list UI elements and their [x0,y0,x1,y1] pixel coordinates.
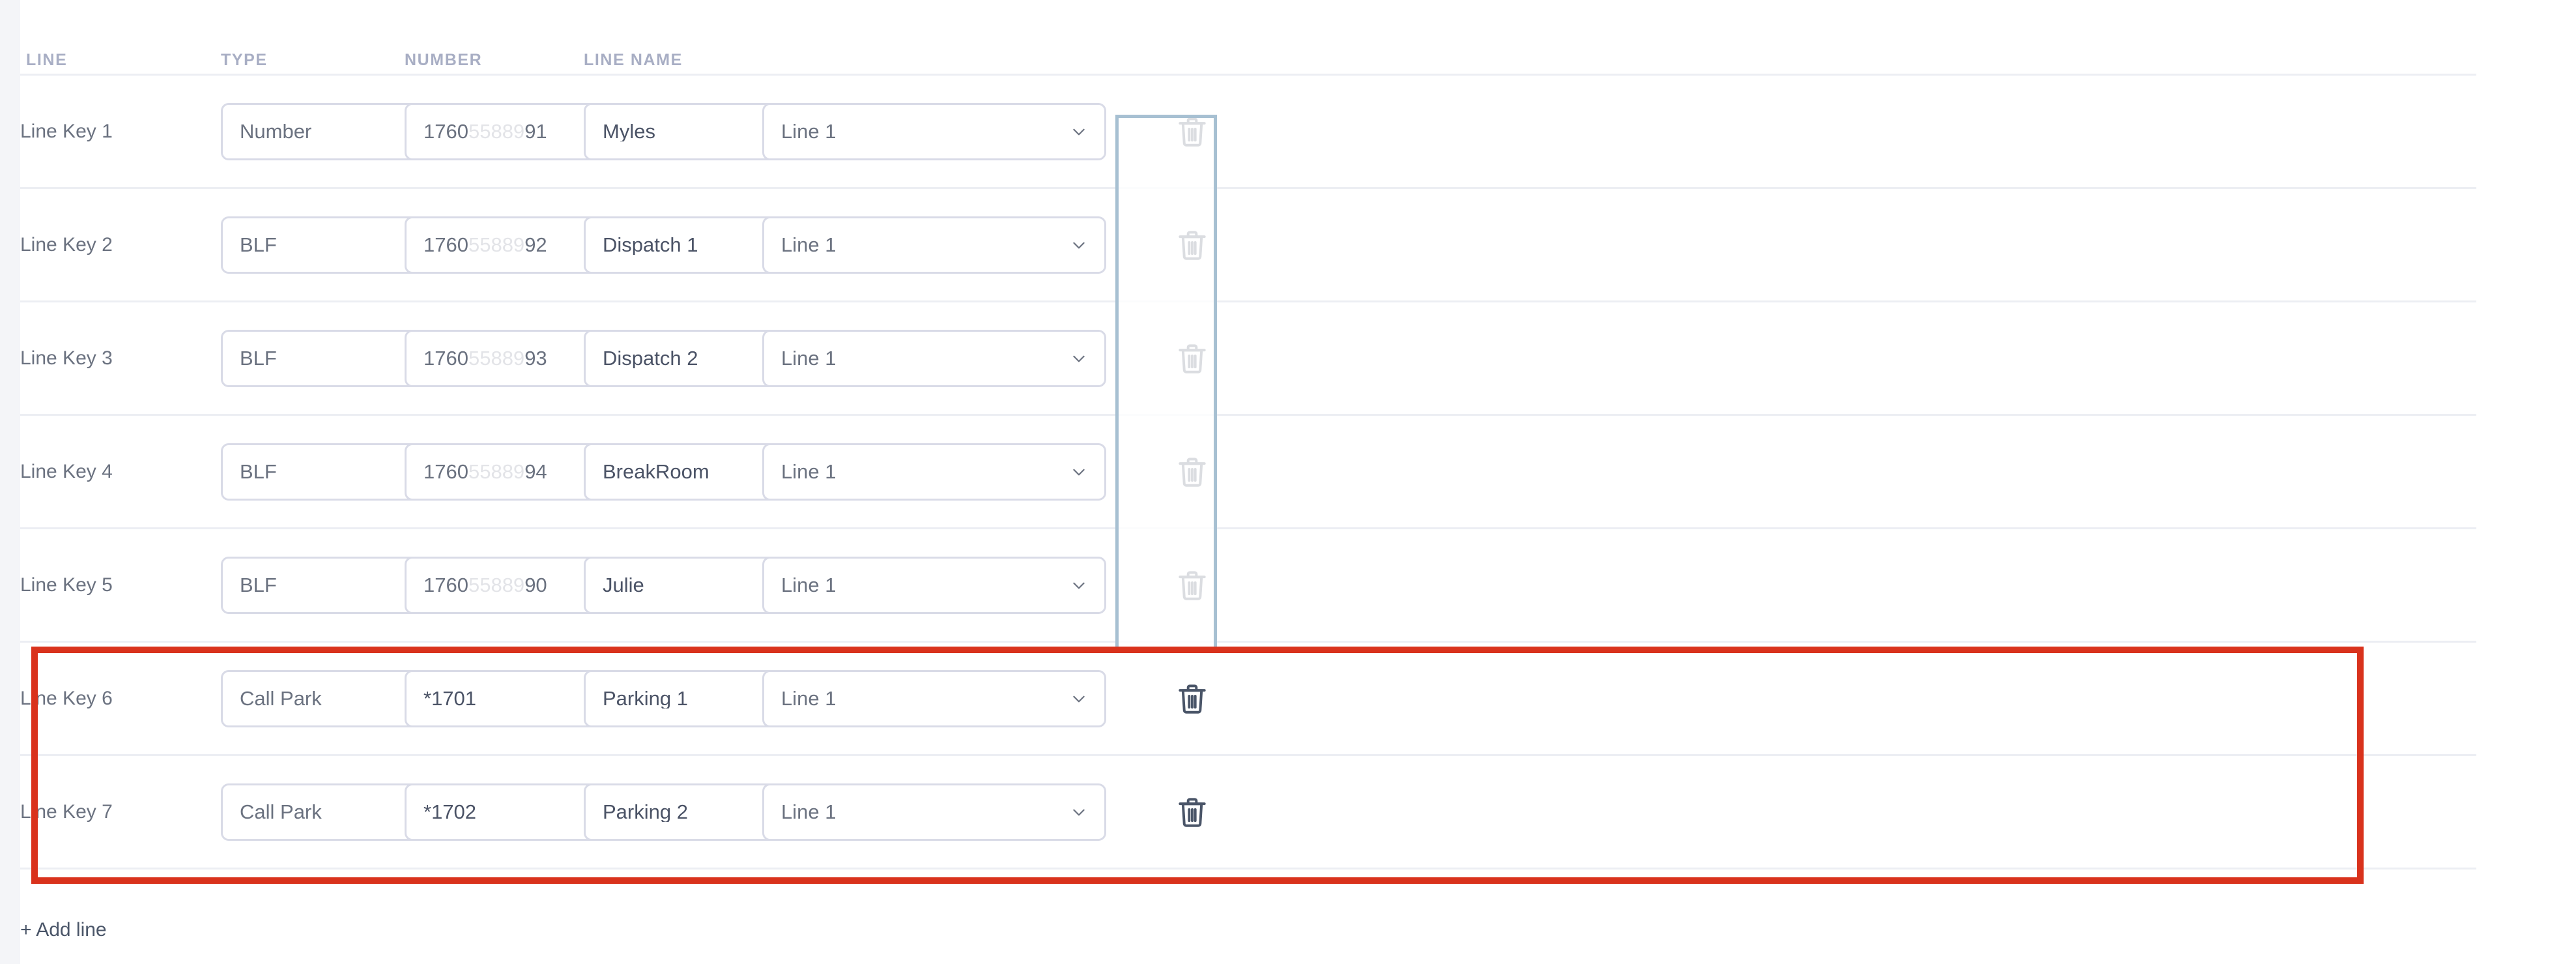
line-select-value: Line 1 [781,121,837,141]
table-row: Line Key 1 Number 17605588991 Myles Line 1 [20,76,2476,189]
number-field-value: 17605588991 [423,121,547,141]
line-select[interactable]: Line 1 [762,329,1106,387]
line-key-label: Line Key 2 [20,233,113,256]
line-name-input-value: BreakRoom [603,461,709,482]
add-line-button[interactable]: + Add line [20,919,107,941]
delete-row-button[interactable] [1174,113,1210,150]
number-field-value: 17605588994 [423,461,547,482]
line-key-label: Line Key 5 [20,574,113,596]
table-row: Line Key 7 Call Park *1702 Parking 2 Line 1 [20,756,2476,869]
number-field-value: *1701 [423,688,477,708]
trash-icon [1174,113,1210,150]
line-select-value: Line 1 [781,235,837,255]
table-row: Line Key 6 Call Park *1701 Parking 1 Line 1 [20,643,2476,756]
left-gutter [0,0,20,964]
table-row: Line Key 4 BLF 17605588994 BreakRoom Line 1 [20,416,2476,529]
table-row: Line Key 3 BLF 17605588993 Dispatch 2 Line 1 [20,302,2476,416]
line-select[interactable]: Line 1 [762,216,1106,274]
line-name-input-value: Julie [603,575,644,595]
line-name-input-value: Dispatch 1 [603,235,698,255]
line-key-label: Line Key 1 [20,120,113,142]
line-key-label: Line Key 3 [20,347,113,369]
delete-row-button[interactable] [1174,680,1210,717]
column-header-type: TYPE [221,51,268,69]
chevron-down-icon[interactable] [1070,804,1087,821]
chevron-down-icon[interactable] [1070,463,1087,480]
trash-icon [1174,227,1210,263]
delete-row-button[interactable] [1174,454,1210,490]
chevron-down-icon[interactable] [1070,237,1087,254]
column-header-number: NUMBER [405,51,483,69]
table-row: Line Key 2 BLF 17605588992 Dispatch 1 Line 1 [20,189,2476,302]
number-field-value: 17605588993 [423,348,547,368]
line-select[interactable]: Line 1 [762,443,1106,501]
delete-row-button[interactable] [1174,794,1210,830]
line-select[interactable]: Line 1 [762,556,1106,614]
column-header-line: LINE [26,51,68,69]
type-select-value: BLF [240,235,277,255]
line-select-value: Line 1 [781,348,837,368]
line-select[interactable]: Line 1 [762,783,1106,841]
delete-row-button[interactable] [1174,227,1210,263]
trash-icon [1174,680,1210,717]
type-select-value: Call Park [240,688,322,708]
chevron-down-icon[interactable] [1070,690,1087,707]
line-name-input-value: Dispatch 2 [603,348,698,368]
line-select-value: Line 1 [781,802,837,822]
line-keys-page: LINE TYPE NUMBER LINE NAME Line Key 1 Num… [0,0,2576,964]
number-field-value: *1702 [423,802,477,822]
line-select[interactable]: Line 1 [762,102,1106,160]
number-field-value: 17605588992 [423,235,547,255]
trash-icon [1174,340,1210,377]
line-key-label: Line Key 4 [20,460,113,482]
line-keys-table: LINE TYPE NUMBER LINE NAME Line Key 1 Num… [20,0,2576,964]
chevron-down-icon[interactable] [1070,123,1087,140]
line-select[interactable]: Line 1 [762,669,1106,727]
line-name-input-value: Myles [603,121,655,141]
trash-icon [1174,454,1210,490]
type-select-value: BLF [240,348,277,368]
chevron-down-icon[interactable] [1070,577,1087,594]
type-select-value: Number [240,121,312,141]
number-field-value: 17605588990 [423,575,547,595]
column-header-line-name: LINE NAME [584,51,683,69]
type-select-value: Call Park [240,802,322,822]
type-select-value: BLF [240,461,277,482]
delete-row-button[interactable] [1174,340,1210,377]
delete-row-button[interactable] [1174,567,1210,604]
line-select-value: Line 1 [781,688,837,708]
line-key-label: Line Key 6 [20,687,113,709]
table-row: Line Key 5 BLF 17605588990 Julie Line 1 [20,529,2476,643]
trash-icon [1174,567,1210,604]
table-header-row: LINE TYPE NUMBER LINE NAME [20,0,2476,76]
line-select-value: Line 1 [781,461,837,482]
line-name-input-value: Parking 1 [603,688,688,708]
type-select-value: BLF [240,575,277,595]
line-name-input-value: Parking 2 [603,802,688,822]
trash-icon [1174,794,1210,830]
table-body: Line Key 1 Number 17605588991 Myles Line 1 Li… [20,76,2576,869]
chevron-down-icon[interactable] [1070,350,1087,367]
line-select-value: Line 1 [781,575,837,595]
line-key-label: Line Key 7 [20,800,113,823]
